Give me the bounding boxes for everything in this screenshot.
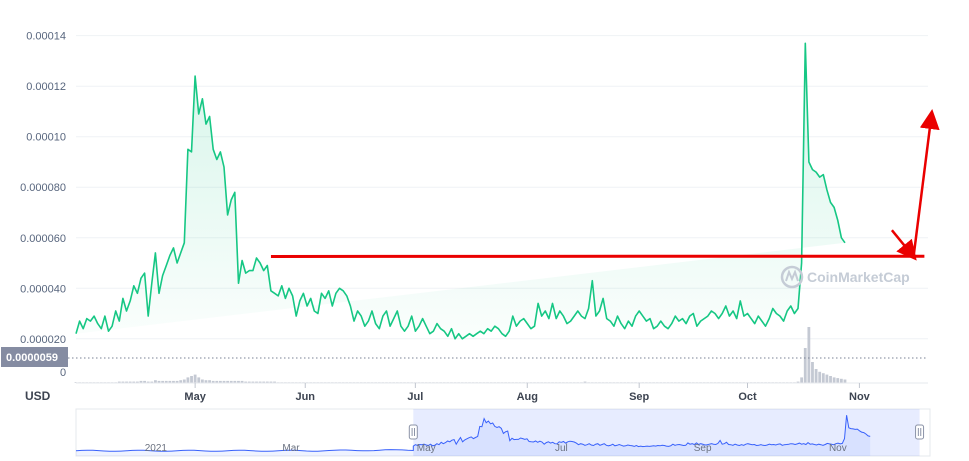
navigator-label: Jul bbox=[555, 443, 568, 454]
volume-bar bbox=[800, 377, 804, 383]
volume-bar bbox=[843, 379, 847, 383]
volume-bar bbox=[829, 376, 832, 383]
volume-bar bbox=[803, 348, 807, 383]
y-tick-label: 0.00014 bbox=[26, 31, 66, 43]
volume-bar bbox=[193, 374, 197, 383]
volume-bar bbox=[190, 376, 193, 383]
volume-zero-label: 0 bbox=[60, 367, 66, 379]
y-tick-label: 0.000020 bbox=[20, 334, 66, 346]
y-tick-label: 0.00010 bbox=[26, 132, 66, 144]
x-tick-label: Jul bbox=[407, 391, 423, 403]
x-tick-label: Aug bbox=[517, 391, 538, 403]
x-tick-label: Oct bbox=[738, 391, 757, 403]
price-area-fill bbox=[76, 43, 845, 339]
volume-bar bbox=[182, 379, 186, 383]
navigator-handle[interactable] bbox=[408, 424, 418, 440]
volume-bar bbox=[832, 377, 836, 383]
price-chart: 0.000020 0.000040 0.000060 0.000080 0.00010 0… bbox=[1, 31, 940, 457]
range-navigator[interactable]: 2021 Mar May Jul Sep Nov bbox=[75, 408, 931, 457]
navigator-handle[interactable] bbox=[915, 424, 925, 440]
x-axis: May Jun Jul Aug Sep Oct Nov bbox=[76, 382, 928, 403]
volume-bar bbox=[836, 378, 840, 383]
volume-bar bbox=[186, 377, 190, 383]
volume-bar bbox=[197, 377, 201, 383]
navigator-label: Sep bbox=[694, 443, 712, 454]
volume-bar bbox=[821, 373, 825, 383]
current-price-value: 0.0000059 bbox=[6, 352, 58, 364]
volume-bar bbox=[814, 369, 818, 383]
volume-bar bbox=[807, 327, 811, 383]
navigator-label: Nov bbox=[829, 443, 847, 454]
volume-bar bbox=[839, 378, 843, 383]
volume-bar bbox=[200, 379, 204, 383]
y-tick-label: 0.000080 bbox=[20, 182, 66, 194]
navigator-label: 2021 bbox=[145, 443, 168, 454]
navigator-label: May bbox=[417, 443, 436, 454]
x-tick-label: Jun bbox=[295, 391, 315, 403]
y-tick-label: 0.000040 bbox=[20, 283, 66, 295]
volume-bar bbox=[825, 374, 829, 383]
currency-label: USD bbox=[25, 389, 51, 403]
arrow-down bbox=[890, 229, 917, 261]
volume-bar bbox=[818, 371, 822, 383]
volume-bar bbox=[811, 362, 814, 383]
navigator-label: Mar bbox=[282, 443, 300, 454]
x-tick-label: May bbox=[184, 391, 206, 403]
arrow-up bbox=[912, 109, 940, 257]
x-tick-label: Sep bbox=[629, 391, 649, 403]
x-tick-label: Nov bbox=[849, 391, 871, 403]
y-axis: 0.000020 0.000040 0.000060 0.000080 0.00010 0… bbox=[20, 31, 66, 346]
current-price-badge: 0.0000059 bbox=[1, 347, 68, 367]
y-tick-label: 0.000060 bbox=[20, 233, 66, 245]
watermark-text: CoinMarketCap bbox=[807, 269, 910, 285]
price-area bbox=[75, 42, 846, 340]
y-tick-label: 0.00012 bbox=[26, 81, 66, 93]
